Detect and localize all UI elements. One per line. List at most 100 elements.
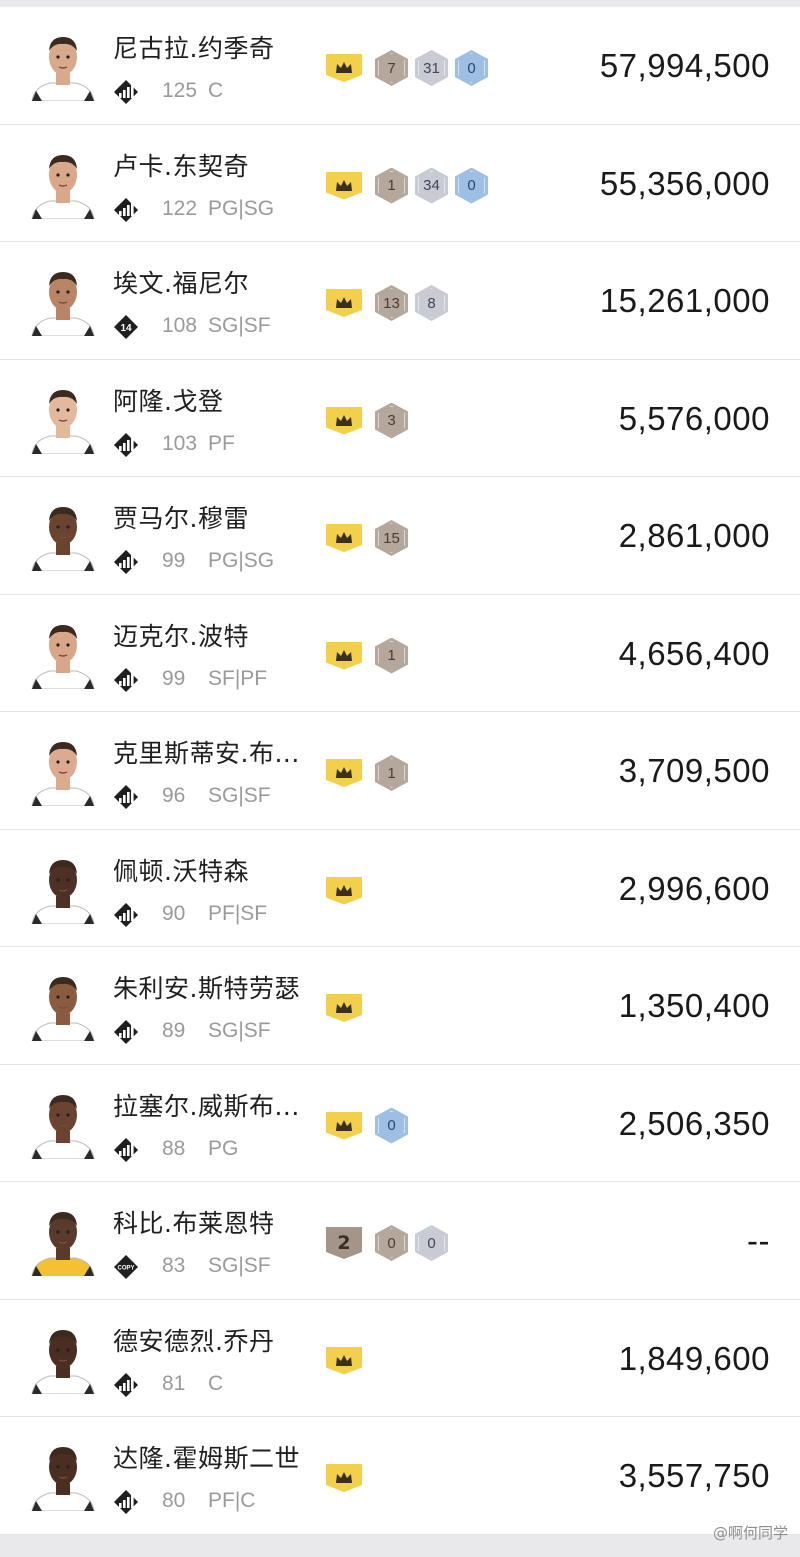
player-value: 2,996,600	[618, 869, 770, 907]
hex-badge-blue: 0	[455, 167, 488, 204]
player-position: PF|C	[208, 1489, 256, 1512]
player-overall: 99	[162, 549, 186, 572]
player-avatar	[28, 1204, 98, 1276]
crown-icon	[326, 524, 362, 552]
stat-icon	[113, 1489, 139, 1515]
player-overall: 83	[162, 1254, 186, 1277]
player-position: C	[208, 79, 224, 102]
crown-icon	[326, 406, 362, 435]
badge-group: 1	[326, 637, 408, 674]
player-overall: 99	[162, 666, 186, 690]
player-name: 埃文.福尼尔	[113, 269, 249, 298]
player-name: 尼古拉.约季奇	[113, 34, 275, 63]
stat-icon	[113, 432, 139, 458]
badge-group	[326, 991, 368, 1025]
hex-badge-blue: 0	[375, 1107, 408, 1144]
player-name: 德安德烈.乔丹	[113, 1326, 275, 1356]
player-avatar	[28, 29, 98, 101]
player-row[interactable]: 达隆.霍姆斯二世 80 PF|C 3,557,750	[0, 1417, 800, 1535]
hex-badge-silver: 31	[415, 50, 448, 86]
player-avatar	[28, 499, 98, 571]
player-avatar	[28, 1087, 98, 1159]
player-name: 阿隆.戈登	[113, 386, 224, 416]
player-value: 57,994,500	[599, 47, 770, 84]
hex-badge-blue: 0	[455, 50, 488, 86]
player-value: 3,709,500	[618, 752, 770, 789]
player-value: 1,350,400	[618, 987, 770, 1024]
player-position: SG|SF	[208, 1019, 271, 1042]
badge-group: 1	[326, 755, 408, 791]
stat-icon	[113, 667, 139, 693]
badge-group: 1 34 0	[326, 167, 488, 204]
player-overall: 80	[162, 1489, 186, 1512]
player-row[interactable]: 朱利安.斯特劳瑟 89 SG|SF 1,350,400	[0, 947, 800, 1065]
crown-icon	[326, 1464, 362, 1492]
player-row[interactable]: 埃文.福尼尔 14 108 SG|SF 13 8 15,261,000	[0, 242, 800, 360]
stat-icon	[113, 1019, 139, 1045]
player-position: PG|SG	[208, 549, 275, 572]
player-name: 贾马尔.穆雷	[113, 504, 249, 533]
crown-icon	[326, 759, 362, 787]
player-overall: 88	[162, 1136, 186, 1160]
stat-icon	[113, 784, 139, 810]
crown-icon	[326, 1346, 362, 1375]
crown-icon	[326, 54, 362, 82]
stat-icon	[113, 79, 139, 105]
stat-icon	[113, 902, 139, 928]
player-row[interactable]: 克里斯蒂安.布... 96 SG|SF 1 3,709,500	[0, 712, 800, 830]
player-position: SF|PF	[208, 666, 268, 690]
player-row[interactable]: 德安德烈.乔丹 81 C 1,849,600	[0, 1299, 800, 1417]
hex-badge-bronze: 1	[375, 637, 408, 674]
player-position: PF|SF	[208, 901, 268, 925]
player-value: 2,506,350	[618, 1104, 770, 1142]
crown-icon	[326, 876, 362, 905]
player-name: 佩顿.沃特森	[113, 856, 249, 886]
svg-text:14: 14	[120, 323, 132, 334]
player-position: C	[208, 1371, 224, 1395]
player-row[interactable]: 贾马尔.穆雷 99 PG|SG 15 2,861,000	[0, 477, 800, 595]
player-position: SG|SF	[208, 784, 271, 807]
player-value: --	[747, 1222, 770, 1259]
player-avatar	[28, 264, 98, 336]
player-list: 尼古拉.约季奇 125 C 7 31 0 57,994,500 卢卡.东契奇 122 PG|SG 1…	[0, 7, 800, 1535]
hex-badge-silver: 0	[415, 1225, 448, 1261]
player-avatar	[28, 1439, 98, 1511]
player-overall: 122	[162, 196, 198, 220]
player-avatar	[28, 1322, 98, 1394]
stat-icon	[113, 197, 139, 223]
player-row[interactable]: 阿隆.戈登 103 PF 3 5,576,000	[0, 359, 800, 477]
player-overall: 125	[162, 79, 198, 102]
hex-badge-bronze: 13	[375, 285, 408, 321]
player-row[interactable]: 科比.布莱恩特 COPY 83 SG|SF 2 0 0 --	[0, 1182, 800, 1300]
number-icon: 14	[113, 314, 139, 340]
player-avatar	[28, 852, 98, 924]
crown-icon	[326, 1111, 362, 1140]
player-row[interactable]: 尼古拉.约季奇 125 C 7 31 0 57,994,500	[0, 7, 800, 125]
player-position: PG|SG	[208, 196, 275, 220]
player-row[interactable]: 拉塞尔.威斯布... 88 PG 0 2,506,350	[0, 1064, 800, 1182]
player-value: 1,849,600	[618, 1339, 770, 1377]
hex-badge-silver: 8	[415, 285, 448, 321]
svg-text:COPY: COPY	[117, 1266, 134, 1272]
player-avatar	[28, 734, 98, 806]
badge-group: 15	[326, 520, 408, 556]
player-avatar	[28, 969, 98, 1041]
player-row[interactable]: 迈克尔.波特 99 SF|PF 1 4,656,400	[0, 594, 800, 712]
player-name: 卢卡.东契奇	[113, 151, 249, 181]
hex-badge-bronze: 0	[375, 1225, 408, 1261]
player-row[interactable]: 佩顿.沃特森 90 PF|SF 2,996,600	[0, 829, 800, 947]
crown-icon	[326, 171, 362, 200]
player-name: 拉塞尔.威斯布...	[113, 1091, 300, 1121]
player-value: 4,656,400	[618, 634, 770, 672]
player-overall: 81	[162, 1371, 186, 1395]
player-overall: 108	[162, 314, 198, 337]
crown-icon	[326, 994, 362, 1022]
player-name: 迈克尔.波特	[113, 621, 249, 651]
copy-icon: COPY	[113, 1254, 139, 1280]
hex-badge-bronze: 3	[375, 402, 408, 439]
player-row[interactable]: 卢卡.东契奇 122 PG|SG 1 34 0 55,356,000	[0, 124, 800, 242]
stat-icon	[113, 1372, 139, 1398]
watermark: @啊何同学	[712, 1524, 788, 1542]
badge-group	[326, 874, 368, 908]
player-value: 3,557,750	[618, 1457, 770, 1494]
